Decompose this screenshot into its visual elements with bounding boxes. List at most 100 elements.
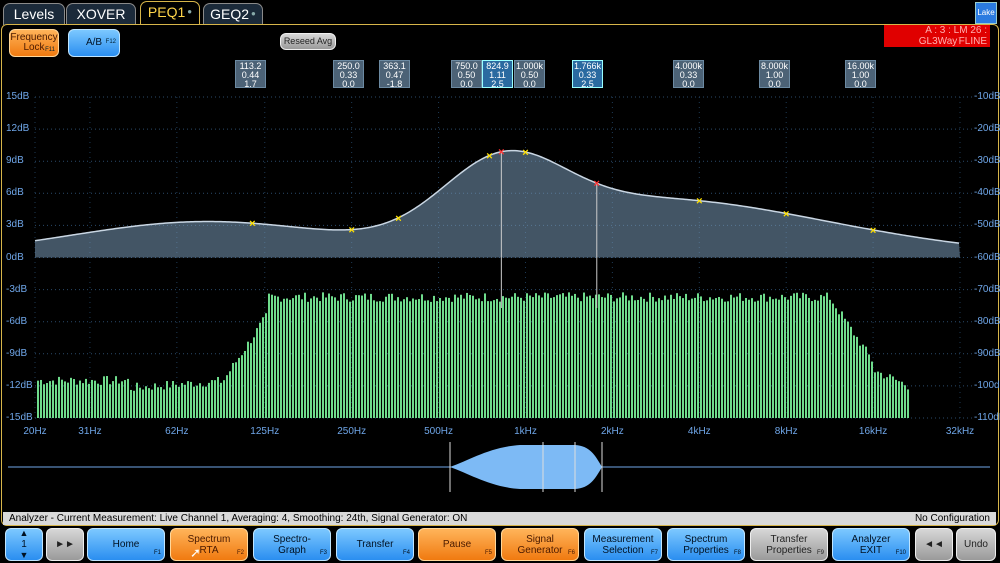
ab-button[interactable]: A/B F12 — [68, 29, 120, 57]
tab-levels[interactable]: Levels — [3, 3, 65, 25]
lake-logo-text: Lake — [977, 8, 995, 17]
y-tick-label-right: -60dB — [974, 251, 1000, 263]
double-arrow-left-icon: ◄◄ — [924, 539, 944, 550]
x-tick-label: 62Hz — [165, 426, 189, 437]
function-button-9[interactable]: Transfer Properties F9 — [750, 528, 828, 561]
function-button-7[interactable]: Measurement Selection F7 — [584, 528, 662, 561]
peq-band-gain: 0.0 — [460, 79, 473, 89]
x-tick-label: 125Hz — [250, 426, 280, 437]
lake-logo[interactable]: Lake — [975, 2, 997, 24]
ab-label: A/B — [85, 37, 103, 48]
peq-band-gain: -1.8 — [386, 79, 403, 89]
arrow-down-icon: ▼ — [19, 550, 29, 560]
tab-dot-icon: ● — [187, 7, 193, 16]
function-key-label: F9 — [816, 550, 824, 556]
function-button-8[interactable]: Spectrum Properties F8 — [667, 528, 745, 561]
function-button-1[interactable]: Home F1 — [87, 528, 165, 561]
status-text: Analyzer - Current Measurement: Live Cha… — [9, 513, 468, 524]
function-key-label: F6 — [567, 550, 575, 556]
x-tick-label: 250Hz — [337, 426, 367, 437]
peq-band-box[interactable]: 4.000k 0.33 0.0 — [673, 60, 704, 89]
ab-fkey: F12 — [105, 39, 116, 45]
peq-band-gain: 2.5 — [491, 79, 504, 89]
peq-band-gain: 0.0 — [854, 79, 867, 89]
y-tick-label-left: 15dB — [6, 91, 30, 102]
y-tick-label-left: 6dB — [6, 187, 24, 199]
y-tick-label-left: -9dB — [6, 347, 28, 359]
peq-band-box[interactable]: 750.0 0.50 0.0 — [451, 60, 482, 89]
function-button-5[interactable]: Pause F5 — [418, 528, 496, 561]
peq-band-gain: 0.0 — [523, 79, 536, 89]
x-tick-label: 16kHz — [858, 426, 888, 437]
y-tick-label-left: 9dB — [6, 155, 24, 167]
y-tick-label-right: -80dB — [974, 315, 1000, 327]
function-key-label: F4 — [402, 550, 410, 556]
y-tick-label-right: -40dB — [974, 187, 1000, 199]
tab-levels-label: Levels — [13, 6, 55, 22]
peq-band-box[interactable]: 1.766k 0.33 2.5 — [572, 60, 603, 89]
tab-geq2[interactable]: GEQ2 ● — [203, 3, 263, 25]
status-bar: Analyzer - Current Measurement: Live Cha… — [3, 512, 996, 525]
device-config-name: GL3Way — [918, 36, 958, 47]
tab-peq1-label: PEQ1 — [147, 4, 186, 20]
y-tick-label-right: -20dB — [974, 123, 1000, 135]
x-tick-label: 2kHz — [600, 426, 624, 437]
function-button-label: Transfer — [356, 539, 394, 550]
y-tick-label-right: -70dB — [974, 283, 1000, 295]
x-tick-label: 500Hz — [424, 426, 454, 437]
y-tick-label-left: -6dB — [6, 315, 28, 327]
frequency-lock-button[interactable]: Frequency Lock F11 — [9, 29, 59, 57]
peq-band-box[interactable]: 1.000k 0.50 0.0 — [514, 60, 545, 89]
peq-band-gain: 0.0 — [342, 79, 355, 89]
y-tick-label-left: 3dB — [6, 219, 24, 231]
reseed-avg-label: Reseed Avg — [283, 36, 333, 46]
function-button-10[interactable]: Analyzer EXIT F10 — [832, 528, 910, 561]
function-button-label: Measurement Selection — [592, 533, 654, 556]
x-tick-label: 4kHz — [687, 426, 711, 437]
tab-xover-label: XOVER — [76, 6, 126, 22]
function-button-2[interactable]: Spectrum RTA F2 — [170, 528, 248, 561]
function-button-label: Spectro- Graph — [273, 533, 311, 556]
back-button[interactable]: ◄◄ — [915, 528, 953, 561]
function-button-label: Transfer Properties — [766, 533, 812, 556]
frequency-lock-fkey: F11 — [45, 47, 55, 53]
peq-band-box[interactable]: 363.1 0.47 -1.8 — [379, 60, 410, 89]
peq-band-gain: 0.0 — [768, 79, 781, 89]
peq-band-box[interactable]: 8.000k 1.00 0.0 — [759, 60, 790, 89]
forward-button[interactable]: ►► — [46, 528, 84, 561]
x-tick-label: 8kHz — [774, 426, 798, 437]
y-tick-label-left: -15dB — [6, 412, 33, 423]
function-button-3[interactable]: Spectro- Graph F3 — [253, 528, 331, 561]
configuration-status: No Configuration — [914, 513, 990, 524]
function-key-label: F7 — [650, 550, 658, 556]
main-panel — [1, 24, 999, 526]
undo-label: Undo — [964, 539, 988, 550]
x-tick-label: 1kHz — [514, 426, 537, 437]
double-arrow-right-icon: ►► — [55, 539, 75, 550]
tab-peq1[interactable]: PEQ1 ● — [140, 1, 200, 25]
undo-button[interactable]: Undo — [956, 528, 996, 561]
y-tick-label-right: -100dB — [974, 379, 1000, 391]
y-tick-label-left: 0dB — [6, 251, 24, 263]
x-tick-label: 32kHz — [945, 426, 975, 437]
page-select-button[interactable]: ▲ 1 ▼ — [5, 528, 43, 561]
function-key-label: F10 — [895, 550, 906, 556]
peq-band-box[interactable]: 250.0 0.33 0.0 — [333, 60, 364, 89]
function-button-label: Spectrum Properties — [683, 533, 729, 556]
x-tick-label: 20Hz — [23, 426, 47, 437]
reseed-avg-button[interactable]: Reseed Avg — [280, 33, 336, 50]
peq-band-gain: 2.5 — [581, 79, 594, 89]
function-button-4[interactable]: Transfer F4 — [336, 528, 414, 561]
function-key-label: F5 — [484, 550, 492, 556]
tab-dot-icon: ● — [251, 9, 256, 18]
function-button-label: Analyzer EXIT — [851, 533, 891, 556]
peq-band-box[interactable]: 16.00k 1.00 0.0 — [845, 60, 876, 89]
function-key-label: F2 — [236, 550, 244, 556]
function-button-label: Pause — [442, 539, 472, 550]
tab-geq2-label: GEQ2 — [210, 6, 250, 22]
function-button-6[interactable]: Signal Generator F6 — [501, 528, 579, 561]
tab-xover[interactable]: XOVER — [66, 3, 136, 25]
y-tick-label-right: -50dB — [974, 219, 1000, 231]
peq-band-box[interactable]: 113.2 0.44 1.7 — [235, 60, 266, 89]
peq-band-box[interactable]: 824.9 1.11 2.5 — [482, 60, 513, 89]
